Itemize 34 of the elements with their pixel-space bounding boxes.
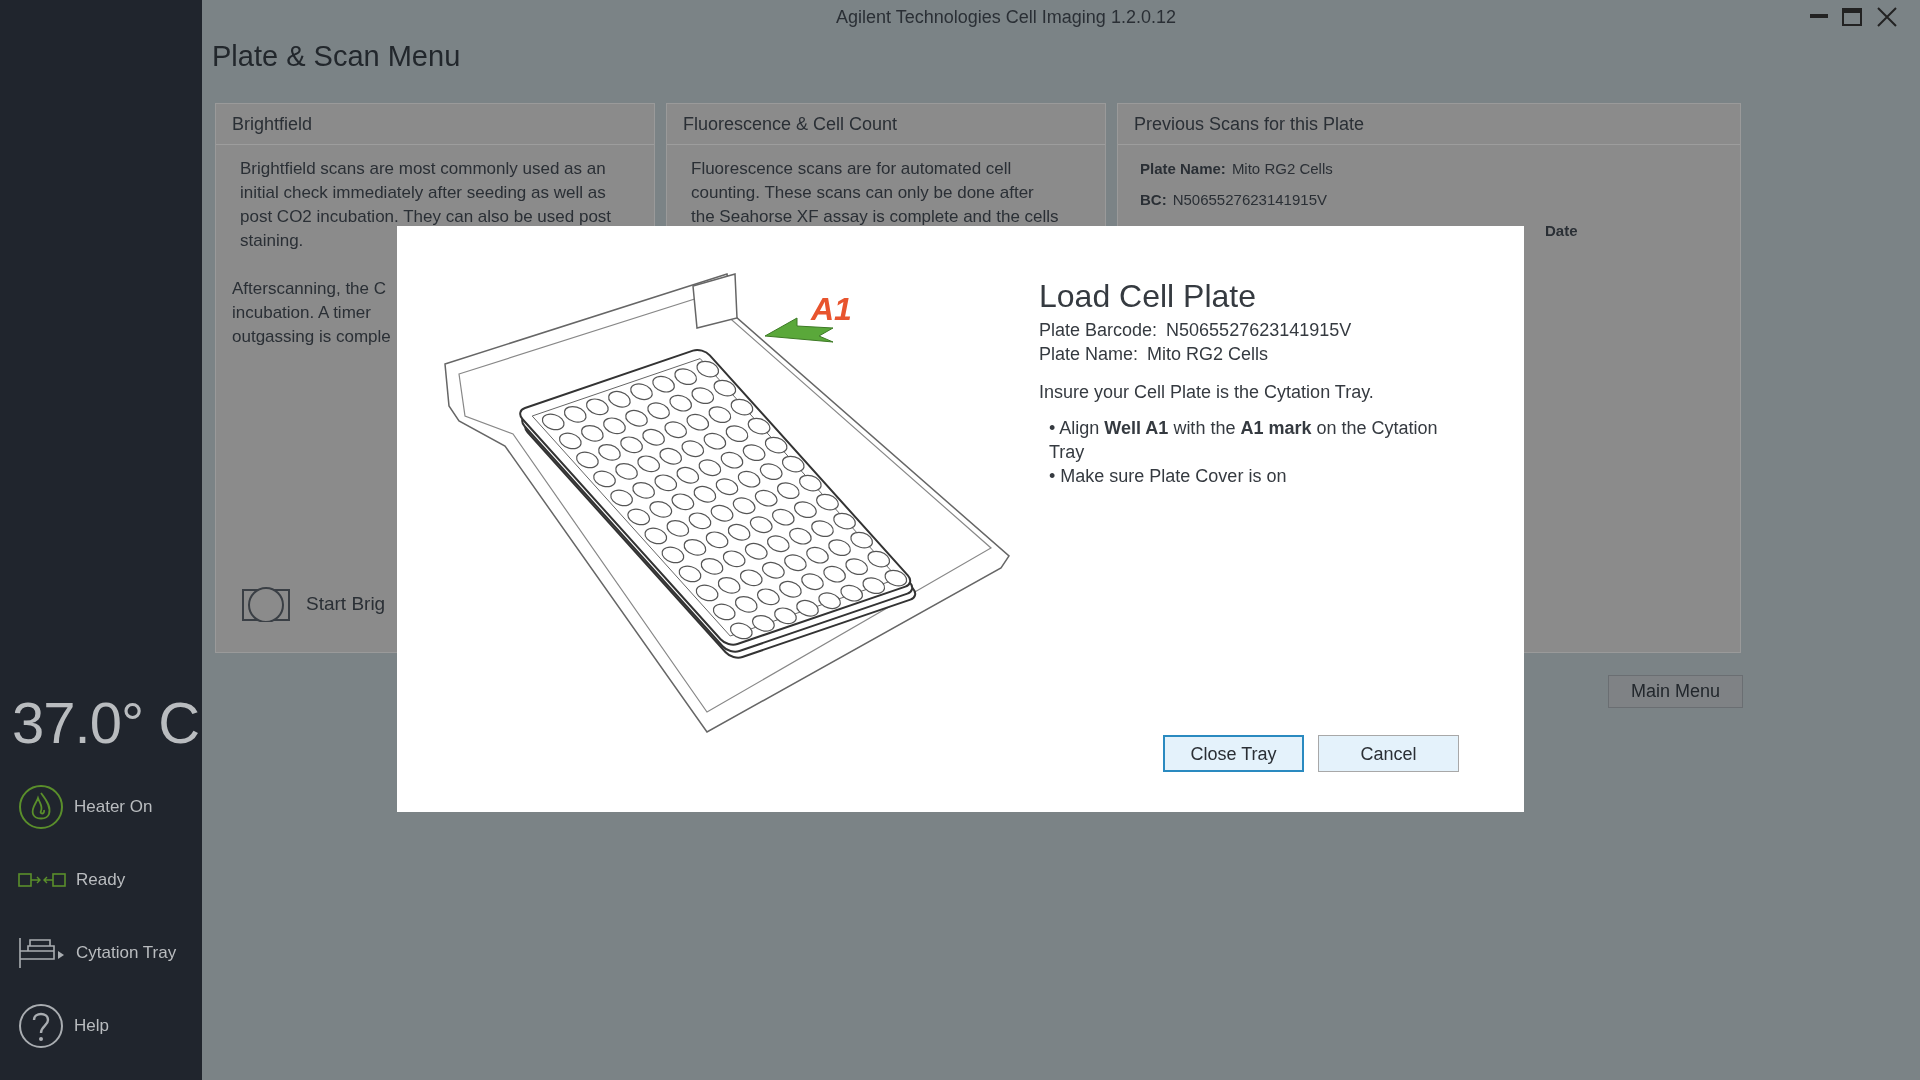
panel-title: Fluorescence & Cell Count <box>667 104 1105 145</box>
description-text: Afterscanning, the C incubation. A timer outgassing is comple <box>232 278 392 348</box>
cancel-button[interactable]: Cancel <box>1318 735 1459 772</box>
plate-detail: Plate Name: Mito RG2 Cells <box>1039 343 1270 366</box>
plate-icon <box>242 586 290 622</box>
status-label: Cytation Tray <box>76 942 177 963</box>
temperature-reading: 37.0° C <box>11 689 201 756</box>
plate-detail: Plate Barcode: N5065527623141915V <box>1039 319 1353 342</box>
main-menu-button[interactable]: Main Menu <box>1607 675 1743 708</box>
start-scan-button[interactable]: Start Brig <box>232 586 386 622</box>
status-label: Help <box>74 1015 109 1036</box>
plate-detail: Plate Name: Mito RG2 Cells <box>1139 159 1334 179</box>
window-title: Agilent Technologies Cell Imaging 1.2.0.12 <box>835 6 1177 28</box>
status-label: Ready <box>76 869 126 890</box>
instruction-text: Insure your Cell Plate is the Cytation Tray. <box>1039 381 1375 404</box>
dialog-title: Load Cell Plate <box>1039 277 1258 316</box>
close-tray-button[interactable]: Close Tray <box>1163 735 1304 772</box>
plate-detail: BC: N5065527623141915V <box>1139 190 1328 210</box>
tray-icon <box>18 936 66 969</box>
page-title: Plate & Scan Menu <box>212 40 462 74</box>
instruction-bullet: • Make sure Plate Cover is on <box>1049 465 1288 488</box>
column-header: Date <box>1545 221 1578 241</box>
connection-icon <box>18 871 66 888</box>
tray-mark-label: A1 <box>811 291 852 327</box>
maximize-icon[interactable] <box>1842 8 1862 26</box>
description-text: Brightfield scans are most commonly used as an initial check immediately after seeding as well as post CO2 incubation. They can also be used post staining. <box>239 158 613 252</box>
flame-icon <box>18 783 64 830</box>
instruction-bullet: • Align Well A1 with the A1 mark on the Cytation Tray <box>1049 417 1439 464</box>
close-icon[interactable] <box>1876 6 1898 28</box>
help-icon <box>18 1002 64 1049</box>
description-text: Fluorescence scans are for automated cell counting. These scans can only be done after the Seahorse XF assay is complete and the cells <box>690 158 1060 228</box>
panel-title: Previous Scans for this Plate <box>1118 104 1740 145</box>
panel-title: Brightfield <box>216 104 654 145</box>
status-label: Heater On <box>74 796 153 817</box>
